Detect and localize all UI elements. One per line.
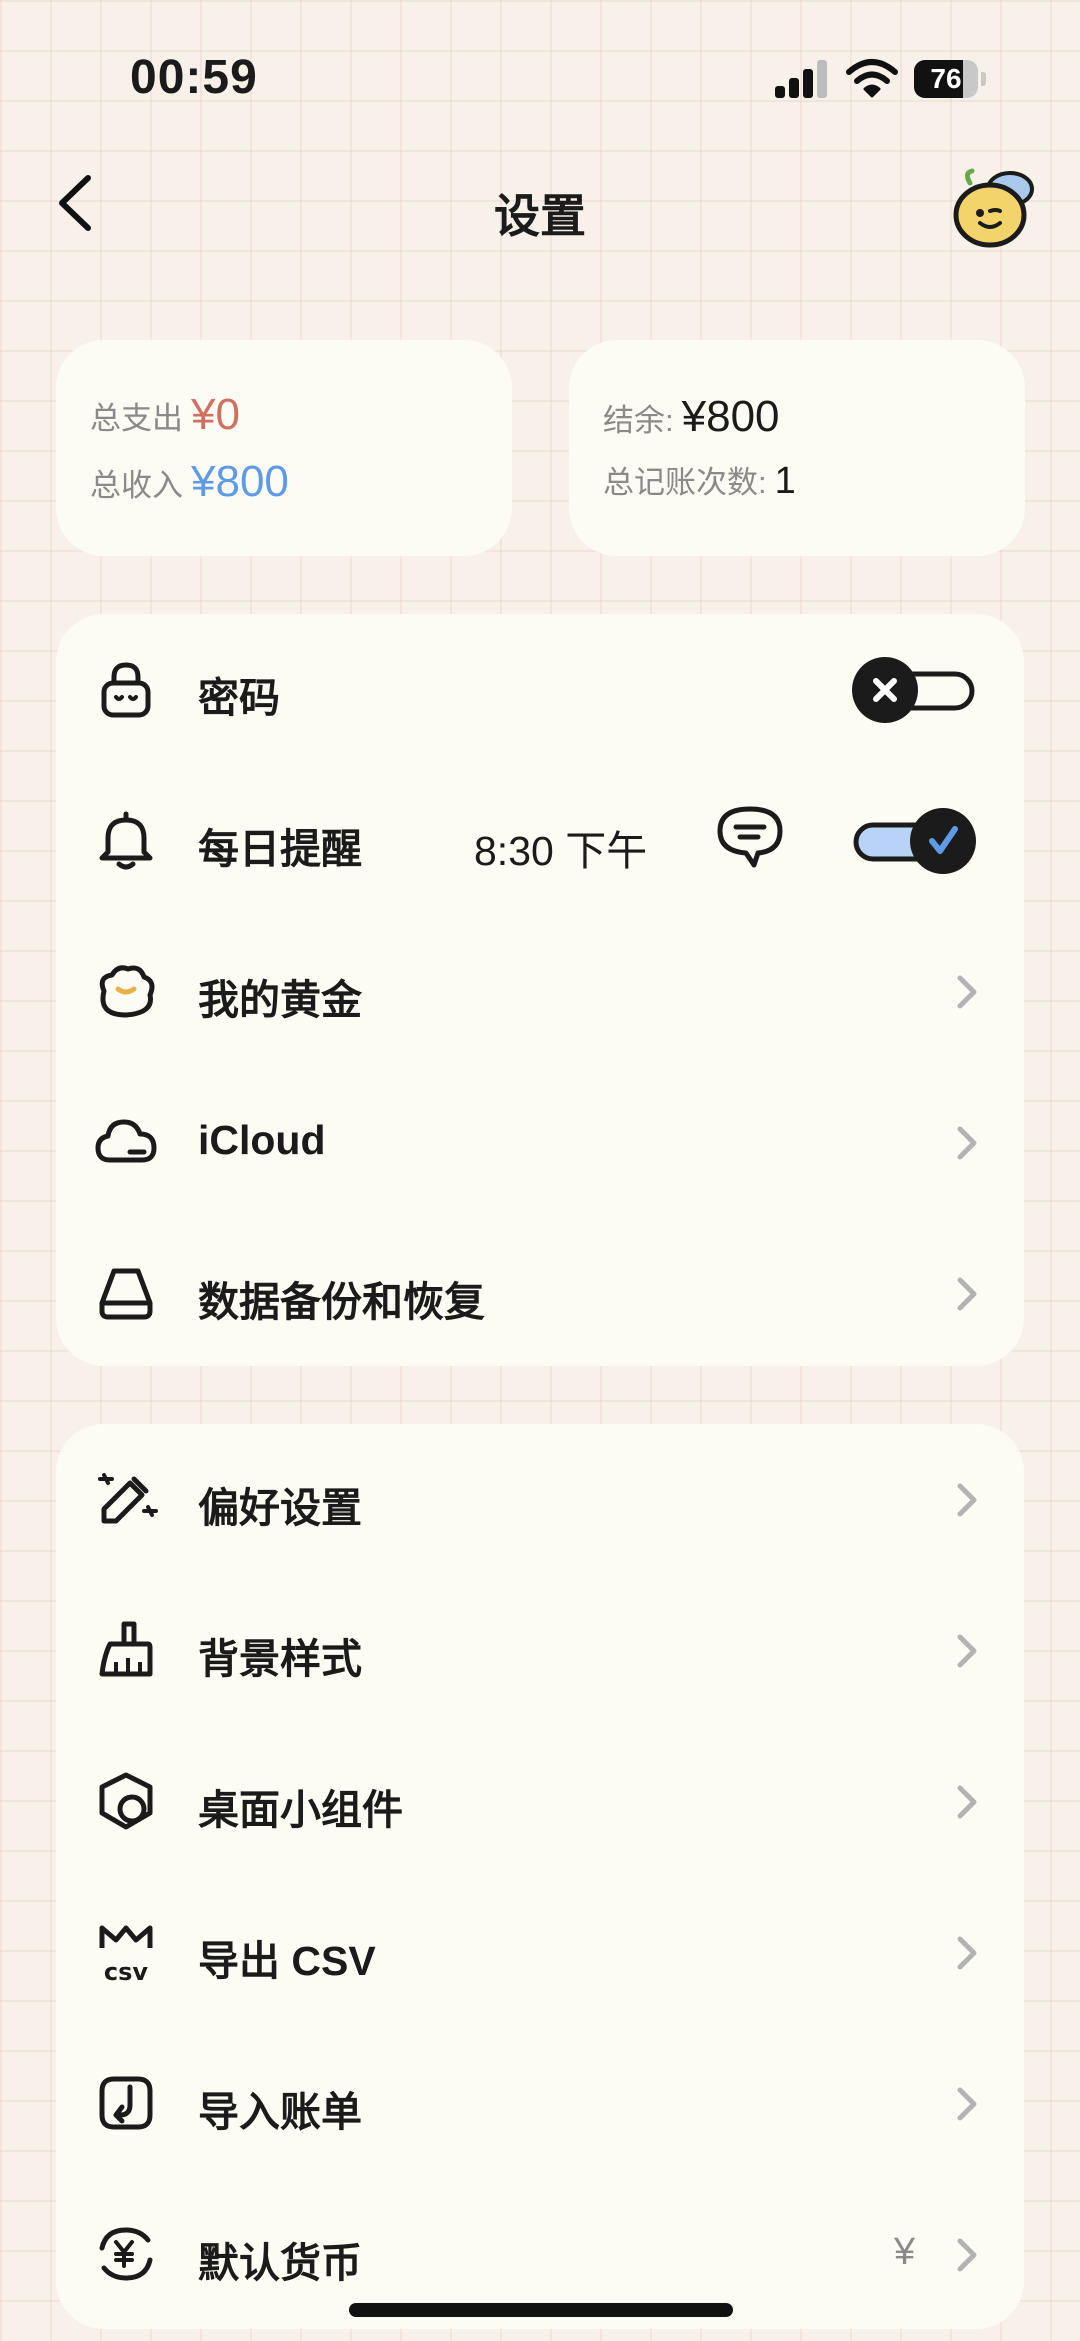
- chevron-right-icon: [957, 1936, 977, 1970]
- daily-reminder-row: 每日提醒 8:30 下午: [56, 765, 1024, 916]
- password-label: 密码: [198, 675, 280, 721]
- battery-level: 76: [930, 63, 962, 94]
- expense-label: 总支出: [90, 401, 183, 436]
- chevron-right-icon: [957, 2087, 977, 2121]
- reminder-toggle[interactable]: [852, 801, 976, 881]
- signal-icon: [775, 60, 829, 98]
- avatar[interactable]: [950, 165, 1038, 251]
- status-time: 00:59: [130, 51, 258, 104]
- status-bar: 00:59 76: [0, 0, 1080, 160]
- svg-text:csv: csv: [104, 1958, 149, 1984]
- chevron-right-icon: [957, 975, 977, 1009]
- export-csv-label: 导出 CSV: [198, 1938, 376, 1984]
- home-indicator: [349, 2303, 733, 2317]
- balance-value: ¥800: [681, 392, 780, 441]
- count-label: 总记账次数:: [603, 465, 767, 500]
- backup-restore-row[interactable]: 数据备份和恢复: [56, 1218, 1024, 1369]
- chevron-right-icon: [957, 1483, 977, 1517]
- daily-reminder-label: 每日提醒: [198, 826, 362, 872]
- wifi-icon: [846, 59, 898, 98]
- chevron-right-icon: [957, 2238, 977, 2272]
- chat-bubble-icon[interactable]: [714, 803, 786, 871]
- my-gold-row[interactable]: 我的黄金: [56, 916, 1024, 1067]
- password-toggle[interactable]: [852, 650, 976, 730]
- export-csv-row[interactable]: csv 导出 CSV: [56, 1877, 1024, 2028]
- gold-icon: [99, 965, 155, 1018]
- backup-restore-label: 数据备份和恢复: [198, 1279, 485, 1325]
- chevron-right-icon: [957, 1634, 977, 1668]
- expense-income-card: 总支出 ¥0 总收入 ¥800: [56, 340, 512, 556]
- page-title: 设置: [494, 190, 586, 242]
- cloud-icon: [95, 1119, 157, 1163]
- widget-icon: [99, 1772, 153, 1830]
- background-style-label: 背景样式: [198, 1636, 362, 1682]
- brush-icon: [99, 1621, 153, 1677]
- bell-icon: [99, 811, 153, 870]
- import-bill-row[interactable]: 导入账单: [56, 2028, 1024, 2179]
- magic-wand-icon: [98, 1473, 158, 1524]
- icloud-row[interactable]: iCloud: [56, 1067, 1024, 1218]
- income-value: ¥800: [191, 457, 289, 506]
- icloud-label: iCloud: [198, 1117, 326, 1163]
- backup-drive-icon: [99, 1268, 153, 1320]
- currency-exchange-icon: [99, 2227, 153, 2281]
- lock-icon: [101, 662, 151, 718]
- currency-value: ¥: [894, 2231, 916, 2273]
- background-style-row[interactable]: 背景样式: [56, 1575, 1024, 1726]
- balance-card: 结余: ¥800 总记账次数: 1: [569, 340, 1025, 556]
- balance-label: 结余:: [603, 403, 674, 438]
- settings-group-security: 密码 每日提醒 8:30 下午 我的黄金 iCloud 数据备份和恢复: [56, 614, 1024, 1366]
- widget-label: 桌面小组件: [198, 1787, 403, 1833]
- battery-icon: 76: [914, 60, 986, 98]
- csv-export-icon: csv: [99, 1925, 153, 1984]
- settings-group-general: 偏好设置 背景样式 桌面小组件 csv 导出 CSV 导入账单 默认货币 ¥: [56, 1424, 1024, 2329]
- chevron-right-icon: [957, 1785, 977, 1819]
- chevron-right-icon: [957, 1277, 977, 1311]
- password-row: 密码: [56, 614, 1024, 765]
- expense-value: ¥0: [191, 390, 240, 439]
- reminder-time[interactable]: 8:30 下午: [474, 817, 647, 877]
- import-bill-label: 导入账单: [198, 2089, 362, 2135]
- chevron-right-icon: [957, 1126, 977, 1160]
- preferences-label: 偏好设置: [198, 1485, 362, 1531]
- widget-row[interactable]: 桌面小组件: [56, 1726, 1024, 1877]
- income-label: 总收入: [90, 468, 183, 503]
- preferences-row[interactable]: 偏好设置: [56, 1424, 1024, 1575]
- default-currency-label: 默认货币: [198, 2240, 362, 2286]
- count-value: 1: [774, 460, 796, 502]
- my-gold-label: 我的黄金: [198, 977, 362, 1023]
- import-icon: [99, 2076, 153, 2130]
